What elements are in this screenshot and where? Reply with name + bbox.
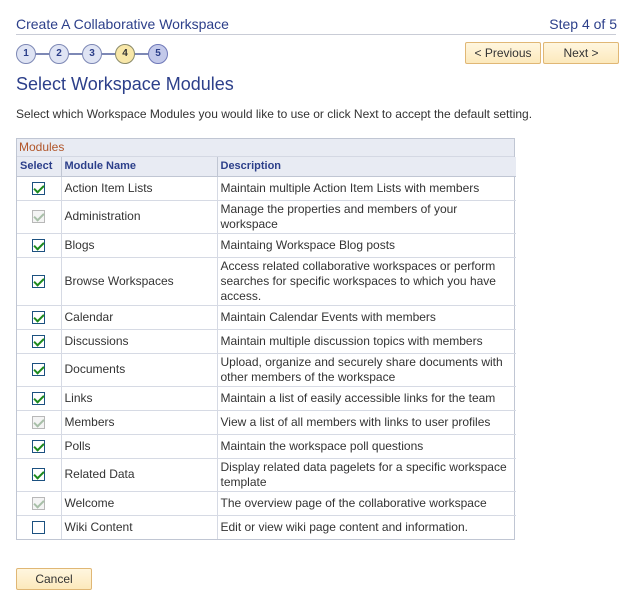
module-checkbox[interactable] — [32, 391, 46, 405]
page-title: Select Workspace Modules — [16, 74, 234, 94]
description-column-header: Description — [217, 157, 516, 177]
header-row: Select Module Name Description — [17, 157, 516, 177]
step-connector — [69, 53, 82, 55]
module-description: Maintain Calendar Events with members — [217, 305, 516, 330]
select-cell — [17, 305, 62, 330]
module-name: Blogs — [61, 233, 218, 258]
select-cell — [17, 176, 62, 201]
module-checkbox[interactable] — [32, 238, 46, 252]
table-row: Browse Workspaces Access related collabor… — [17, 257, 516, 306]
table-row: Related Data Display related data pagelet… — [17, 458, 516, 492]
modules-grid: Modules Select Module Name Description A… — [16, 138, 516, 540]
module-name: Documents — [61, 353, 218, 387]
step-5[interactable]: 5 — [148, 44, 168, 64]
module-description: View a list of all members with links to… — [217, 410, 516, 435]
next-button[interactable]: Next > — [543, 42, 619, 64]
module-checkbox[interactable] — [32, 521, 46, 535]
step-progress: 1 2 3 4 5 — [16, 44, 176, 64]
previous-button[interactable]: < Previous — [465, 42, 541, 64]
module-name: Administration — [61, 200, 218, 234]
table-row: Calendar Maintain Calendar Events with me… — [17, 305, 516, 330]
module-checkbox[interactable] — [32, 439, 46, 453]
cancel-button[interactable]: Cancel — [16, 568, 92, 590]
module-checkbox — [32, 496, 46, 510]
module-name: Welcome — [61, 491, 218, 516]
module-description: Access related collaborative workspaces … — [217, 257, 516, 306]
module-checkbox — [32, 210, 46, 224]
wizard-step-indicator: Step 4 of 5 — [549, 16, 617, 32]
table-row: Administration Manage the properties and … — [17, 200, 516, 234]
module-checkbox[interactable] — [32, 310, 46, 324]
table-row: Action Item Lists Maintain multiple Actio… — [17, 176, 516, 201]
wizard-title: Create A Collaborative Workspace — [16, 16, 229, 32]
module-description: Maintain multiple discussion topics with… — [217, 329, 516, 354]
select-cell — [17, 434, 62, 459]
grid-caption: Modules — [17, 139, 514, 157]
module-name: Related Data — [61, 458, 218, 492]
module-name: Calendar — [61, 305, 218, 330]
select-cell — [17, 410, 62, 435]
module-name: Members — [61, 410, 218, 435]
select-cell — [17, 233, 62, 258]
module-description: The overview page of the collaborative w… — [217, 491, 516, 516]
table-row: Wiki Content Edit or view wiki page conte… — [17, 515, 516, 539]
module-checkbox[interactable] — [32, 468, 46, 482]
select-cell — [17, 329, 62, 354]
select-cell — [17, 257, 62, 306]
table-row: Welcome The overview page of the collabor… — [17, 491, 516, 516]
module-checkbox[interactable] — [32, 181, 46, 195]
module-description: Maintain multiple Action Item Lists with… — [217, 176, 516, 201]
select-cell — [17, 491, 62, 516]
module-name: Wiki Content — [61, 515, 218, 539]
select-column-header: Select — [17, 157, 62, 177]
module-checkbox[interactable] — [32, 274, 46, 288]
module-name-column-header: Module Name — [61, 157, 218, 177]
module-name: Links — [61, 386, 218, 411]
module-description: Maintaing Workspace Blog posts — [217, 233, 516, 258]
step-connector — [102, 53, 115, 55]
select-cell — [17, 515, 62, 539]
step-3[interactable]: 3 — [82, 44, 102, 64]
module-checkbox[interactable] — [32, 334, 46, 348]
instructions-text: Select which Workspace Modules you would… — [16, 107, 533, 121]
table-row: Blogs Maintaing Workspace Blog posts — [17, 233, 516, 258]
module-description: Upload, organize and securely share docu… — [217, 353, 516, 387]
step-connector — [135, 53, 148, 55]
select-cell — [17, 200, 62, 234]
table-row: Polls Maintain the workspace poll questio… — [17, 434, 516, 459]
module-description: Maintain the workspace poll questions — [217, 434, 516, 459]
module-checkbox[interactable] — [32, 363, 46, 377]
module-description: Manage the properties and members of you… — [217, 200, 516, 234]
wizard-header: Create A Collaborative Workspace Step 4 … — [16, 13, 617, 35]
select-cell — [17, 353, 62, 387]
module-checkbox — [32, 415, 46, 429]
module-description: Edit or view wiki page content and infor… — [220, 519, 468, 534]
table-row: Links Maintain a list of easily accessibl… — [17, 386, 516, 411]
step-4-current: 4 — [115, 44, 135, 64]
table-row: Members View a list of all members with l… — [17, 410, 516, 435]
table-row: Documents Upload, organize and securely s… — [17, 353, 516, 387]
step-1[interactable]: 1 — [16, 44, 36, 64]
modules-table: Select Module Name Description Action It… — [17, 157, 516, 539]
select-cell — [17, 458, 62, 492]
step-connector — [36, 53, 49, 55]
module-description: Maintain a list of easily accessible lin… — [217, 386, 516, 411]
module-name: Action Item Lists — [61, 176, 218, 201]
step-2[interactable]: 2 — [49, 44, 69, 64]
module-name: Polls — [61, 434, 218, 459]
select-cell — [17, 386, 62, 411]
table-row: Discussions Maintain multiple discussion … — [17, 329, 516, 354]
module-description: Display related data pagelets for a spec… — [217, 458, 516, 492]
module-name: Browse Workspaces — [61, 257, 218, 306]
module-name: Discussions — [61, 329, 218, 354]
